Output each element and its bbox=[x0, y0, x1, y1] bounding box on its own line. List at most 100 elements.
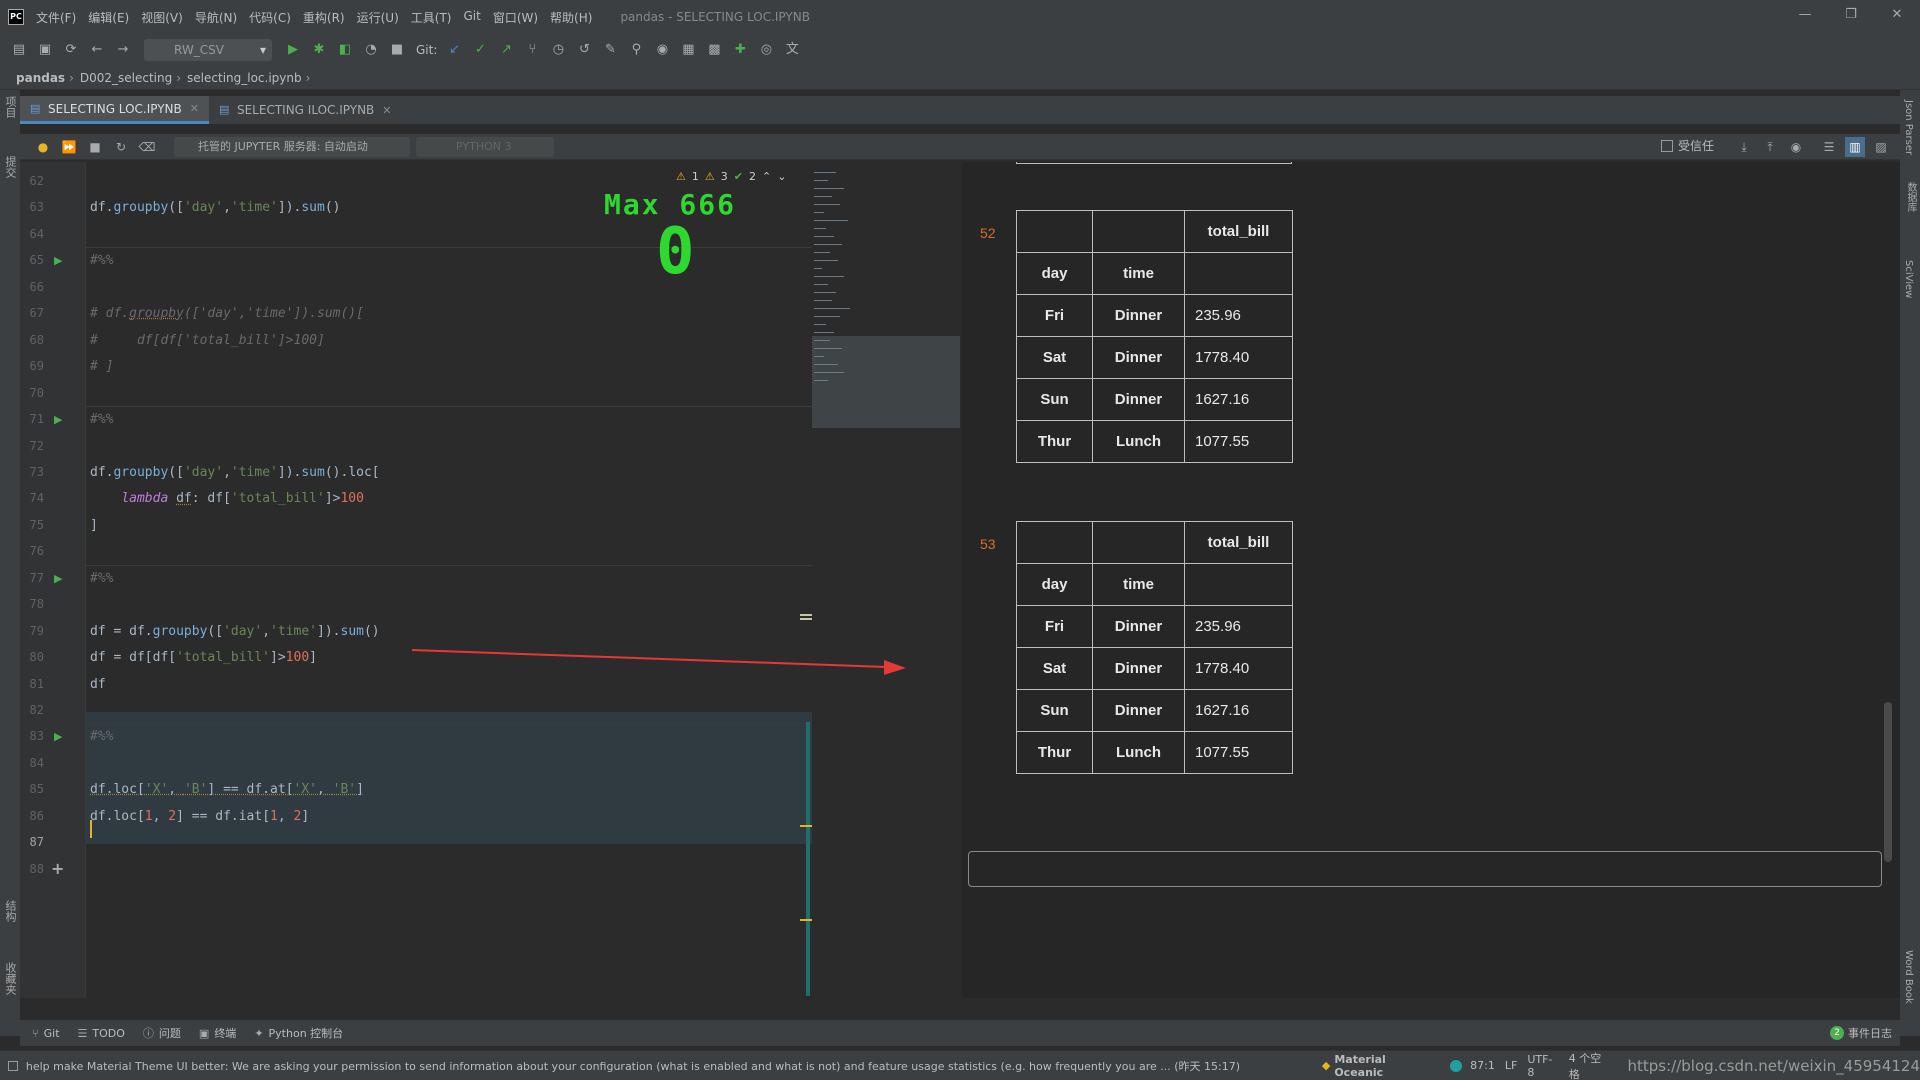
sciview-icon[interactable]: ▩ bbox=[703, 39, 725, 61]
run-icon[interactable]: ▶ bbox=[282, 39, 304, 61]
run-all-icon[interactable]: ⏩ bbox=[59, 137, 79, 157]
inspection-widget[interactable]: ⚠ 1 ⚠ 3 ✔ 2 ⌃ ⌄ bbox=[676, 170, 792, 183]
forward-icon[interactable]: → bbox=[112, 39, 134, 61]
close-tab-icon[interactable]: ✕ bbox=[190, 102, 199, 115]
code-line[interactable]: #%% bbox=[90, 569, 113, 589]
word-book-tool-button[interactable]: Word Book bbox=[1903, 950, 1914, 1004]
split-view-icon[interactable]: ▥ bbox=[1845, 137, 1865, 157]
project-tool-button[interactable]: 项目 bbox=[2, 96, 18, 118]
favorites-tool-button[interactable]: 收藏夹 bbox=[2, 962, 18, 995]
editor-only-icon[interactable]: ☰ bbox=[1819, 137, 1839, 157]
interrupt-kernel-icon[interactable]: ■ bbox=[85, 137, 105, 157]
menu-item[interactable]: 文件(F) bbox=[36, 9, 76, 26]
database-tool-button[interactable]: 数据库 bbox=[1903, 182, 1918, 212]
git-update-icon[interactable]: ↙ bbox=[443, 39, 465, 61]
tab-selecting-iloc[interactable]: ▤ SELECTING ILOC.IPYNB ✕ bbox=[209, 96, 402, 124]
git-commit-icon[interactable]: ✓ bbox=[469, 39, 491, 61]
bottom-tool-button[interactable]: ⑂ Git bbox=[32, 1025, 60, 1041]
tab-selecting-loc[interactable]: ▤ SELECTING LOC.IPYNB ✕ bbox=[20, 96, 209, 124]
visibility-icon[interactable]: ◉ bbox=[1786, 137, 1806, 157]
minimap[interactable] bbox=[812, 162, 960, 998]
lightbulb-icon[interactable]: ● bbox=[33, 137, 53, 157]
indent-setting[interactable]: 4 个空格 bbox=[1569, 1050, 1612, 1080]
code-line[interactable]: df.groupby(['day','time']).sum().loc[ bbox=[90, 463, 380, 483]
code-line[interactable]: df = df[df['total_bill']>100] bbox=[90, 648, 317, 668]
run-cell-icon[interactable]: ▶ bbox=[54, 572, 62, 585]
run-config-dropdown[interactable]: RW_CSV bbox=[144, 39, 272, 61]
kernel-dropdown[interactable]: PYTHON 3 bbox=[416, 136, 554, 157]
run-cell-icon[interactable]: ▶ bbox=[54, 413, 62, 426]
menu-item[interactable]: 窗口(W) bbox=[493, 9, 538, 26]
close-icon[interactable]: ✕ bbox=[1874, 0, 1920, 30]
code-line[interactable]: df.loc['X', 'B'] == df.at['X', 'B'] bbox=[90, 780, 364, 800]
prev-issue-icon[interactable]: ⌃ bbox=[762, 170, 771, 183]
json-parser-tool-button[interactable]: Json Parser bbox=[1903, 100, 1914, 155]
coverage-icon[interactable]: ◧ bbox=[334, 39, 356, 61]
menu-item[interactable]: 导航(N) bbox=[195, 9, 237, 26]
sync-icon[interactable]: ⟳ bbox=[60, 39, 82, 61]
trusted-checkbox[interactable] bbox=[1660, 139, 1673, 152]
cursor-position[interactable]: 87:1 bbox=[1470, 1059, 1495, 1072]
structure-tool-button[interactable]: 结构 bbox=[2, 900, 18, 922]
menu-item[interactable]: 运行(U) bbox=[357, 9, 399, 26]
menu-item[interactable]: Git bbox=[463, 9, 480, 26]
move-cell-up-icon[interactable]: ⤒ bbox=[1760, 137, 1780, 157]
move-cell-down-icon[interactable]: ⤓ bbox=[1734, 137, 1754, 157]
line-separator[interactable]: LF bbox=[1505, 1059, 1517, 1072]
menu-item[interactable]: 重构(R) bbox=[303, 9, 345, 26]
event-log-button[interactable]: 2 事件日志 bbox=[1830, 1025, 1892, 1041]
bottom-tool-button[interactable]: ⓘ 问题 bbox=[143, 1025, 181, 1041]
breadcrumb-file[interactable]: selecting_loc.ipynb bbox=[187, 71, 302, 85]
restart-kernel-icon[interactable]: ↻ bbox=[111, 137, 131, 157]
bottom-tool-button[interactable]: ▣ 终端 bbox=[199, 1025, 236, 1041]
history-icon[interactable]: ◷ bbox=[547, 39, 569, 61]
settings-wrench-icon[interactable]: ✎ bbox=[599, 39, 621, 61]
sciview-tool-button[interactable]: SciView bbox=[1903, 260, 1914, 298]
menu-item[interactable]: 帮助(H) bbox=[550, 9, 592, 26]
inspect-icon[interactable]: ◉ bbox=[651, 39, 673, 61]
code-line[interactable]: lambda df: df['total_bill']>100 bbox=[90, 489, 364, 509]
material-dot-icon[interactable] bbox=[1450, 1059, 1463, 1072]
menu-item[interactable]: 代码(C) bbox=[249, 9, 291, 26]
bottom-tool-button[interactable]: ✦ Python 控制台 bbox=[254, 1025, 343, 1041]
code-line[interactable]: # df[df['total_bill']>100] bbox=[90, 331, 325, 351]
code-line[interactable]: ] bbox=[90, 516, 98, 536]
jupyter-server-dropdown[interactable]: 托管的 JUPYTER 服务器: 自动启动 bbox=[174, 136, 410, 157]
code-line[interactable]: df.groupby(['day','time']).sum() bbox=[90, 198, 341, 218]
next-issue-icon[interactable]: ⌄ bbox=[777, 170, 786, 183]
add-cell-icon[interactable]: + bbox=[51, 859, 64, 878]
code-line[interactable]: df bbox=[90, 675, 106, 695]
menu-item[interactable]: 视图(V) bbox=[141, 9, 183, 26]
minimize-icon[interactable]: — bbox=[1782, 0, 1828, 30]
git-push-icon[interactable]: ↗ bbox=[495, 39, 517, 61]
restore-icon[interactable]: ❐ bbox=[1828, 0, 1874, 30]
code-editor[interactable]: df.groupby(['day','time']).sum() #%% # df.… bbox=[86, 162, 812, 998]
plugin-icon[interactable]: ✚ bbox=[729, 39, 751, 61]
trusted-toggle[interactable]: 受信任 bbox=[1660, 137, 1714, 154]
run-cell-icon[interactable]: ▶ bbox=[54, 254, 62, 267]
clear-outputs-icon[interactable]: ⌫ bbox=[137, 137, 157, 157]
search-icon[interactable]: ⚲ bbox=[625, 39, 647, 61]
save-icon[interactable]: ▣ bbox=[34, 39, 56, 61]
close-tab-icon[interactable]: ✕ bbox=[382, 104, 391, 117]
menu-item[interactable]: 工具(T) bbox=[411, 9, 452, 26]
file-encoding[interactable]: UTF-8 bbox=[1527, 1053, 1558, 1079]
code-line[interactable]: #%% bbox=[90, 727, 113, 747]
profile-icon[interactable]: ◔ bbox=[360, 39, 382, 61]
code-line[interactable]: df = df.groupby(['day','time']).sum() bbox=[90, 622, 380, 642]
structure-icon[interactable]: ▦ bbox=[677, 39, 699, 61]
bottom-tool-button[interactable]: ☰ TODO bbox=[78, 1025, 125, 1041]
debug-icon[interactable]: ✱ bbox=[308, 39, 330, 61]
message-icon[interactable] bbox=[8, 1060, 18, 1071]
code-line[interactable]: # df.groupby(['day','time']).sum()[ bbox=[90, 304, 364, 324]
stop-icon[interactable]: ■ bbox=[386, 39, 408, 61]
code-line[interactable]: #%% bbox=[90, 410, 113, 430]
git-branch-icon[interactable]: ⑂ bbox=[521, 39, 543, 61]
status-message[interactable]: help make Material Theme UI better: We a… bbox=[26, 1058, 1302, 1074]
code-line[interactable]: df.loc[1, 2] == df.iat[1, 2] bbox=[90, 807, 309, 827]
translate-icon[interactable]: 文 bbox=[781, 39, 803, 61]
output-scrollbar[interactable] bbox=[1884, 702, 1892, 862]
code-line[interactable]: # ] bbox=[90, 357, 113, 377]
breadcrumb-project[interactable]: pandas bbox=[16, 71, 65, 85]
run-cell-icon[interactable]: ▶ bbox=[54, 730, 62, 743]
